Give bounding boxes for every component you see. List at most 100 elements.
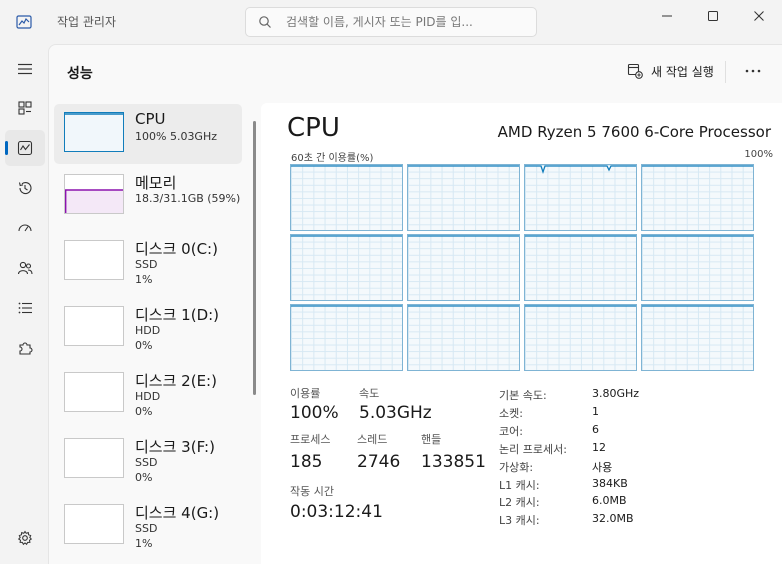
spec-label: 기본 속도: xyxy=(499,389,547,402)
sidebar-item-thumbnail xyxy=(64,240,124,280)
navigation-rail xyxy=(0,44,48,564)
usage-label: 이용률 xyxy=(290,387,321,400)
core-usage-graph xyxy=(290,164,403,231)
spec-label: 코어: xyxy=(499,424,523,438)
sidebar-item-usage: 0% xyxy=(135,339,153,352)
sidebar-item-usage: 1% xyxy=(135,273,153,286)
sidebar-item[interactable]: 디스크 1(D:) HDD 0% xyxy=(54,298,242,358)
spec-value: 6.0MB xyxy=(592,494,627,508)
handles-label: 핸들 xyxy=(421,433,442,446)
task-manager-icon xyxy=(16,14,32,30)
nav-app-history[interactable] xyxy=(5,170,45,206)
spec-label: 가상화: xyxy=(499,460,534,474)
cpu-detail-pane: CPU AMD Ryzen 5 7600 6-Core Processor 60… xyxy=(261,103,782,564)
users-icon xyxy=(17,261,33,275)
usage-value: 100% xyxy=(290,403,339,423)
more-options-button[interactable] xyxy=(739,57,767,85)
cpu-model: AMD Ryzen 5 7600 6-Core Processor xyxy=(497,123,771,141)
maximize-button[interactable] xyxy=(690,0,736,32)
sidebar-item-name: CPU xyxy=(135,110,166,128)
new-task-label: 새 작업 실행 xyxy=(651,64,714,79)
sidebar-item-thumbnail xyxy=(64,504,124,544)
sidebar-item[interactable]: 디스크 2(E:) HDD 0% xyxy=(54,364,242,424)
spec-label: L1 캐시: xyxy=(499,478,540,492)
hamburger-icon xyxy=(18,63,32,75)
hamburger-menu-button[interactable] xyxy=(5,51,45,87)
sidebar-item-detail: 18.3/31.1GB (59%) xyxy=(135,192,241,205)
maximize-icon xyxy=(708,11,718,21)
nav-processes[interactable] xyxy=(5,90,45,126)
processes-icon xyxy=(18,101,32,115)
sidebar-item[interactable]: 디스크 0(C:) SSD 1% xyxy=(54,232,242,292)
close-button[interactable] xyxy=(736,0,782,32)
page-title: 성능 xyxy=(67,66,93,82)
sidebar-item-name: 디스크 4(G:) xyxy=(135,504,220,522)
performance-icon xyxy=(17,140,33,156)
processes-value: 185 xyxy=(290,452,323,472)
graph-axis-label: 60초 간 이용률(%) xyxy=(291,153,374,164)
detail-title: CPU xyxy=(287,113,340,143)
sidebar-item[interactable]: 메모리 18.3/31.1GB (59%) xyxy=(54,166,242,226)
list-icon xyxy=(18,302,32,314)
minimize-icon xyxy=(662,15,672,17)
handles-value: 133851 xyxy=(421,452,486,472)
history-icon xyxy=(18,181,32,195)
spec-value: 1 xyxy=(592,404,599,418)
spec-value: 3.80GHz xyxy=(592,387,640,400)
spec-label: 논리 프로세서: xyxy=(499,442,567,456)
spec-label: L3 캐시: xyxy=(499,514,540,528)
threads-label: 스레드 xyxy=(357,433,388,446)
main-panel: 성능 새 작업 실행 CPU 100% 5.03GHz 메모리 18.3/31.1GB… xyxy=(48,44,782,564)
nav-settings[interactable] xyxy=(5,520,45,556)
puzzle-icon xyxy=(19,342,33,355)
uptime-label: 작동 시간 xyxy=(290,485,334,498)
sidebar-item[interactable]: CPU 100% 5.03GHz xyxy=(54,104,242,164)
nav-performance[interactable] xyxy=(5,130,45,166)
core-usage-graph xyxy=(290,234,403,301)
speed-label: 속도 xyxy=(359,387,380,400)
spec-value: 사용 xyxy=(592,460,613,474)
core-usage-graph xyxy=(407,234,520,301)
speed-value: 5.03GHz xyxy=(359,403,432,423)
sidebar-item[interactable]: 디스크 4(G:) SSD 1% xyxy=(54,496,242,556)
graph-axis-max: 100% xyxy=(744,149,773,160)
nav-users[interactable] xyxy=(5,250,45,286)
nav-details[interactable] xyxy=(5,290,45,326)
new-task-icon xyxy=(627,63,643,79)
core-usage-graph xyxy=(407,304,520,371)
spec-value: 384KB xyxy=(592,476,628,490)
nav-services[interactable] xyxy=(5,330,45,366)
title-bar: 작업 관리자 xyxy=(0,0,782,44)
sidebar-item-detail: SSD xyxy=(135,522,158,535)
header-divider xyxy=(725,61,726,83)
nav-startup-apps[interactable] xyxy=(5,210,45,246)
sidebar-item[interactable]: 디스크 3(F:) SSD 0% xyxy=(54,430,242,490)
close-icon xyxy=(754,11,764,21)
search-icon xyxy=(258,15,272,29)
speedometer-icon xyxy=(18,224,32,232)
gear-icon xyxy=(17,530,33,546)
list-scrollbar[interactable] xyxy=(253,121,256,395)
sidebar-item-name: 디스크 3(F:) xyxy=(135,438,215,456)
spec-label: L2 캐시: xyxy=(499,496,540,510)
new-task-button[interactable]: 새 작업 실행 xyxy=(623,58,718,84)
minimize-button[interactable] xyxy=(644,0,690,32)
sidebar-item-name: 디스크 2(E:) xyxy=(135,372,217,390)
resource-list: CPU 100% 5.03GHz 메모리 18.3/31.1GB (59%) 디스크 0… xyxy=(54,104,250,564)
sidebar-item-usage: 0% xyxy=(135,471,153,484)
core-usage-graph xyxy=(641,304,754,371)
search-input[interactable] xyxy=(286,12,530,32)
core-usage-graph xyxy=(641,234,754,301)
sidebar-item-thumbnail xyxy=(64,112,124,152)
sidebar-item-thumbnail xyxy=(64,372,124,412)
sidebar-item-detail: SSD xyxy=(135,258,158,271)
uptime-value: 0:03:12:41 xyxy=(290,502,383,522)
spec-value: 12 xyxy=(592,440,606,454)
sidebar-item-name: 디스크 1(D:) xyxy=(135,306,220,324)
sidebar-item-name: 디스크 0(C:) xyxy=(135,240,218,258)
sidebar-item-detail: SSD xyxy=(135,456,158,469)
search-box[interactable] xyxy=(245,7,537,37)
core-graphs-grid xyxy=(290,164,756,376)
core-usage-graph xyxy=(524,234,637,301)
core-usage-graph xyxy=(641,164,754,231)
